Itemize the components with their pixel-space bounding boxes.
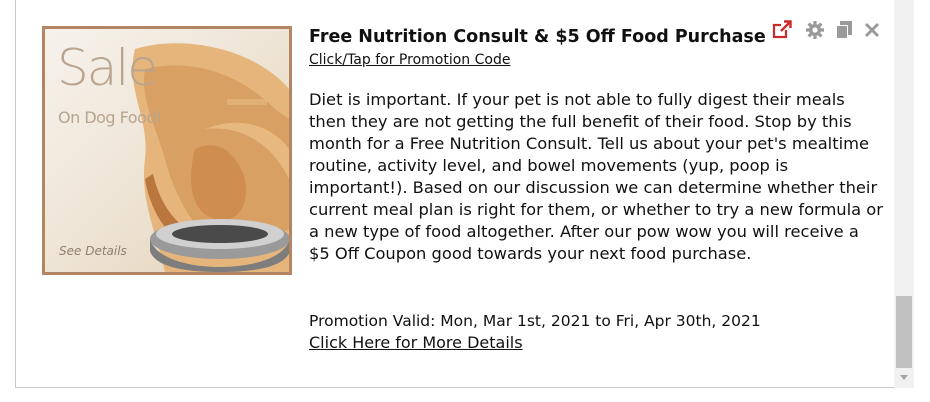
promotion-valid-dates: Promotion Valid: Mon, Mar 1st, 2021 to F… (309, 312, 761, 330)
promo-image[interactable]: Sale On Dog Food! See Details (42, 26, 292, 275)
more-details-link[interactable]: Click Here for More Details (309, 333, 523, 352)
gear-icon[interactable] (805, 20, 825, 40)
promo-description: Diet is important. If your pet is not ab… (309, 90, 883, 263)
scroll-down-arrow[interactable] (894, 370, 914, 386)
promo-title: Free Nutrition Consult & $5 Off Food Pur… (309, 27, 766, 47)
close-icon[interactable] (862, 20, 882, 40)
sale-subheading: On Dog Food! (58, 108, 162, 127)
promotion-code-link[interactable]: Click/Tap for Promotion Code (309, 52, 510, 68)
see-details-text: See Details (59, 244, 127, 258)
external-link-icon[interactable] (772, 20, 792, 40)
sale-heading: Sale (57, 39, 158, 97)
scrollbar-thumb[interactable] (896, 296, 912, 368)
vertical-scrollbar[interactable] (894, 0, 914, 388)
copy-icon[interactable] (834, 20, 854, 40)
